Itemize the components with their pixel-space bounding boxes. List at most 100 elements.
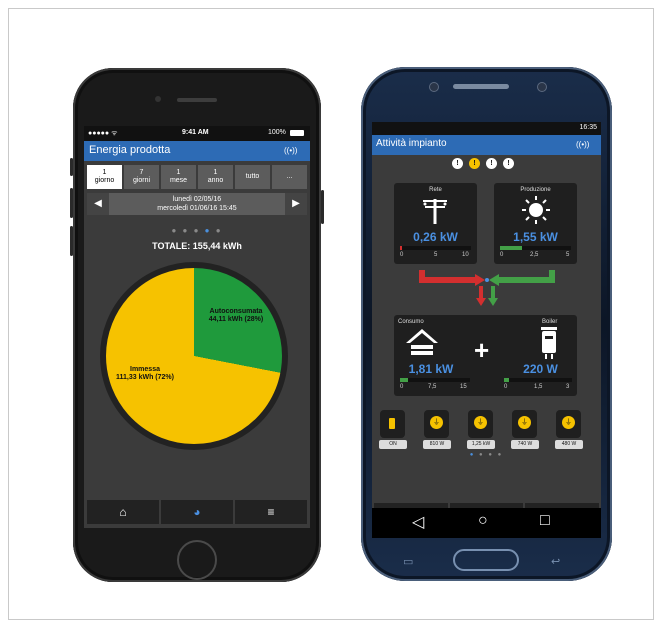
produzione-bar — [500, 246, 571, 250]
status-time: 9:41 AM — [182, 129, 209, 136]
rete-bar — [400, 246, 471, 250]
galaxy-screen: 16:35 Attività impianto ((•)) ! ! ! ! Re… — [372, 122, 601, 530]
energy-flow-arrows — [419, 270, 555, 306]
front-camera — [537, 82, 547, 92]
power-pylon-icon — [423, 199, 447, 224]
connection-icon[interactable]: ((•)) — [576, 140, 589, 149]
device-tile-3[interactable]: ⏚ — [468, 410, 493, 438]
home-button[interactable] — [177, 540, 217, 580]
plug-icon: ⏚ — [518, 416, 531, 429]
status-bar: ●●●●● ᯤ 9:41 AM 100% — [84, 126, 310, 141]
recents-icon[interactable]: □ — [540, 512, 550, 530]
date-range: lunedì 02/05/16 mercoledì 01/06/16 15:45 — [111, 195, 283, 213]
page-title: Attività impianto — [376, 138, 447, 149]
power-button — [321, 190, 324, 224]
rete-bar-fill — [400, 246, 402, 250]
consumo-scale-mid: 7,5 — [428, 384, 437, 390]
date-start: lunedì 02/05/16 — [172, 196, 222, 203]
date-range-navigator: ◀ lunedì 02/05/16 mercoledì 01/06/16 15:… — [87, 193, 307, 215]
earpiece-speaker — [177, 98, 217, 102]
boiler-scale-min: 0 — [504, 384, 508, 390]
status-time: 16:35 — [579, 124, 597, 131]
boiler-bar — [504, 378, 572, 382]
rete-scale-max: 10 — [462, 252, 469, 258]
consumo-label: Consumo — [398, 319, 424, 325]
device-tile-2[interactable]: ⏚ — [424, 410, 449, 438]
segment-1-giorno[interactable]: 1 giorno — [87, 165, 122, 189]
produzione-scale-mid: 2,5 — [530, 252, 539, 258]
sensor-icon — [429, 82, 439, 92]
device-label-4: 740 W — [511, 440, 539, 449]
produzione-value: 1,55 kW — [513, 230, 558, 244]
front-camera — [155, 96, 161, 102]
boiler-value: 220 W — [523, 362, 558, 376]
device-tile-1[interactable] — [380, 410, 405, 438]
app-header: Attività impianto ((•)) — [372, 135, 601, 155]
consumo-bar-fill — [400, 378, 409, 382]
home-icon[interactable]: ⌂ — [87, 500, 159, 524]
galaxy-device: 16:35 Attività impianto ((•)) ! ! ! ! Re… — [361, 67, 612, 581]
recent-apps-key-icon[interactable]: ▭ — [403, 555, 413, 568]
segment-tutto[interactable]: tutto — [235, 165, 270, 189]
device-label-2: 810 W — [423, 440, 451, 449]
consumo-value: 1,81 kW — [408, 362, 454, 376]
previous-arrow-icon[interactable]: ◀ — [87, 193, 109, 215]
pie-chart-icon[interactable]: ◕ — [161, 500, 233, 524]
boiler-bar-fill — [504, 378, 509, 382]
segment-7-giorni[interactable]: 7 giorni — [124, 165, 159, 189]
boiler-scale-mid: 1,5 — [534, 384, 543, 390]
plug-icon: ⏚ — [474, 416, 487, 429]
consumo-card[interactable]: Consumo 1,81 kW 0 7,5 15 + Boiler 220 W … — [394, 315, 577, 396]
warning-icon[interactable]: ! — [503, 158, 514, 169]
total-label: TOTALE: 155,44 kWh — [152, 241, 242, 251]
produzione-bar-fill — [500, 246, 522, 250]
device-label-3: 1,25 kW — [467, 440, 495, 449]
volume-down-button — [70, 226, 73, 256]
produzione-scale-min: 0 — [500, 252, 504, 258]
mute-switch — [70, 158, 73, 176]
iphone-screen: ●●●●● ᯤ 9:41 AM 100% Energia prodotta ((… — [84, 126, 310, 528]
plus-sign: + — [474, 335, 490, 365]
plug-icon: ⏚ — [562, 416, 575, 429]
boiler-label: Boiler — [542, 319, 558, 325]
consumo-scale-min: 0 — [400, 384, 404, 390]
device-tile-5[interactable]: ⏚ — [556, 410, 581, 438]
house-icon — [406, 329, 438, 355]
produzione-card[interactable]: Produzione 1,55 kW 0 2,5 5 — [494, 183, 577, 264]
rete-card[interactable]: Rete 0,26 kW 0 5 10 — [394, 183, 477, 264]
device-label-5: 480 W — [555, 440, 583, 449]
home-button[interactable] — [453, 549, 519, 571]
device-tile-4[interactable]: ⏚ — [512, 410, 537, 438]
device-label-1: ON — [379, 440, 407, 449]
warning-icon[interactable]: ! — [486, 158, 497, 169]
energy-pie-chart — [100, 262, 288, 450]
switch-icon — [389, 418, 395, 429]
produzione-label: Produzione — [520, 187, 551, 193]
warning-icon[interactable]: ! — [452, 158, 463, 169]
back-key-icon[interactable]: ↩ — [551, 555, 560, 568]
status-bar: 16:35 — [372, 122, 601, 135]
segment-more[interactable]: ... — [272, 165, 307, 189]
rete-label: Rete — [429, 187, 442, 193]
menu-icon[interactable]: ≡ — [235, 500, 307, 524]
rete-scale-mid: 5 — [434, 252, 438, 258]
date-end: mercoledì 01/06/16 15:45 — [157, 205, 237, 212]
connection-icon[interactable]: ((•)) — [284, 146, 297, 155]
consumo-bar — [400, 378, 470, 382]
android-nav-bar: ◁ ○ □ — [372, 508, 601, 538]
warning-icon[interactable]: ! — [469, 158, 480, 169]
produzione-scale-max: 5 — [566, 252, 570, 258]
back-icon[interactable]: ◁ — [412, 512, 424, 532]
plug-icon: ⏚ — [430, 416, 443, 429]
home-circle-icon[interactable]: ○ — [478, 512, 488, 530]
segment-1-anno[interactable]: 1 anno — [198, 165, 233, 189]
next-arrow-icon[interactable]: ▶ — [285, 193, 307, 215]
boiler-icon — [541, 327, 557, 359]
segment-1-mese[interactable]: 1 mese — [161, 165, 196, 189]
boiler-scale-max: 3 — [566, 384, 570, 390]
carrier-signal: ●●●●● ᯤ — [88, 130, 118, 137]
app-header: Energia prodotta ((•)) — [84, 141, 310, 161]
battery-icon — [290, 130, 304, 136]
volume-up-button — [70, 188, 73, 218]
page-title: Energia prodotta — [89, 144, 171, 156]
